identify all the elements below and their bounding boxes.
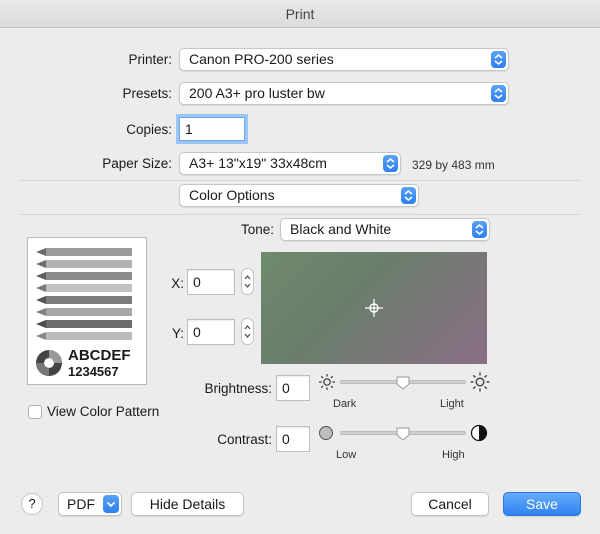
preview-text-numbers: 1234567 (68, 364, 119, 379)
paper-dimensions: 329 by 483 mm (412, 158, 495, 172)
contrast-max-label: High (442, 449, 465, 461)
hide-details-button[interactable]: Hide Details (131, 492, 244, 516)
chevron-updown-icon (244, 324, 251, 339)
color-wheel-icon (36, 350, 62, 376)
preview-image: ABCDEF 1234567 (27, 237, 147, 385)
copies-label: Copies: (126, 122, 172, 137)
y-stepper[interactable] (241, 318, 254, 345)
printer-popup[interactable]: Canon PRO-200 series (179, 48, 509, 71)
chevron-updown-icon (401, 187, 416, 204)
contrast-field[interactable]: 0 (276, 426, 310, 452)
pencils-icon (36, 248, 132, 340)
tone-popup[interactable]: Black and White (280, 218, 490, 241)
window-title: Print (0, 0, 600, 28)
printer-label: Printer: (128, 52, 172, 67)
contrast-high-icon (470, 424, 488, 442)
tone-value: Black and White (290, 221, 392, 237)
printer-value: Canon PRO-200 series (189, 51, 334, 67)
y-field[interactable]: 0 (187, 319, 235, 345)
x-stepper[interactable] (241, 268, 254, 295)
chevron-updown-icon (244, 274, 251, 289)
pdf-button[interactable]: PDF (58, 492, 122, 516)
section-popup[interactable]: Color Options (179, 184, 419, 207)
sun-bright-icon (470, 372, 490, 392)
contrast-min-label: Low (336, 449, 357, 461)
brightness-field[interactable]: 0 (276, 375, 310, 401)
view-color-pattern-label: View Color Pattern (47, 404, 160, 419)
brightness-max-label: Light (440, 398, 464, 410)
paper-size-value: A3+ 13"x19" 33x48cm (189, 155, 327, 171)
section-value: Color Options (189, 187, 275, 203)
x-label: X: (171, 276, 184, 291)
x-field[interactable]: 0 (187, 269, 235, 295)
preview-text-letters: ABCDEF (68, 347, 131, 364)
pdf-label: PDF (67, 496, 95, 512)
brightness-label: Brightness: (204, 381, 272, 396)
tone-label: Tone: (240, 222, 274, 237)
save-button[interactable]: Save (503, 492, 581, 516)
brightness-slider-knob[interactable] (395, 375, 411, 391)
help-button[interactable]: ? (21, 493, 43, 515)
chevron-updown-icon (491, 85, 506, 102)
view-color-pattern-checkbox[interactable] (28, 405, 42, 419)
y-label: Y: (171, 326, 184, 341)
sun-dim-icon (319, 374, 335, 390)
presets-label: Presets: (122, 86, 172, 101)
chevron-updown-icon (491, 51, 506, 68)
contrast-label: Contrast: (217, 432, 272, 447)
brightness-min-label: Dark (333, 398, 357, 410)
contrast-low-icon (319, 426, 333, 440)
crosshair-icon[interactable] (364, 298, 384, 318)
chevron-updown-icon (472, 221, 487, 238)
contrast-slider-knob[interactable] (395, 426, 411, 442)
separator (20, 180, 580, 181)
color-balance-field[interactable] (261, 252, 487, 364)
chevron-down-icon (103, 495, 119, 513)
cancel-button[interactable]: Cancel (411, 492, 489, 516)
paper-size-popup[interactable]: A3+ 13"x19" 33x48cm (179, 152, 401, 175)
separator (20, 214, 580, 215)
chevron-updown-icon (383, 155, 398, 172)
presets-value: 200 A3+ pro luster bw (189, 85, 325, 101)
presets-popup[interactable]: 200 A3+ pro luster bw (179, 82, 509, 105)
copies-field[interactable]: 1 (179, 117, 245, 141)
paper-size-label: Paper Size: (102, 156, 172, 171)
